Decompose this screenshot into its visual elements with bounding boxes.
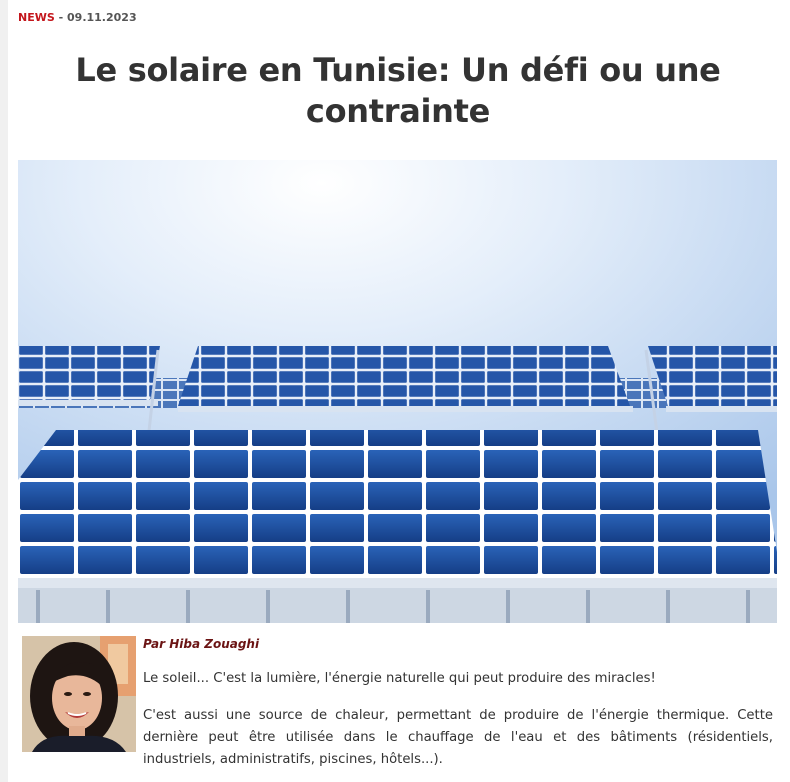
category-link[interactable]: NEWS [18,11,55,24]
article-date: 09.11.2023 [67,11,137,24]
article-page: NEWS - 09.11.2023 Le solaire en Tunisie:… [8,0,790,782]
author-photo [22,636,136,752]
article-paragraph: C'est aussi une source de chaleur, perme… [143,708,773,767]
meta-separator: - [54,11,68,24]
article-paragraph: Le soleil... C'est la lumière, l'énergie… [143,671,656,686]
hero-image [18,160,777,623]
article-title: Le solaire en Tunisie: Un défi ou une co… [75,51,721,130]
article-meta: NEWS - 09.11.2023 [18,11,137,24]
author-byline[interactable]: Par Hiba Zouaghi [143,637,259,651]
